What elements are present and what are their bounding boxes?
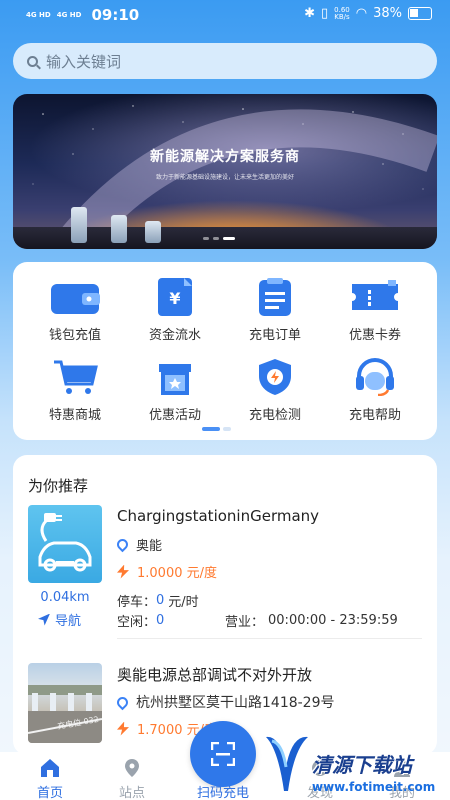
- quick-function-grid: 钱包充值 ¥ 资金流水 充电订单 优惠卡券 特惠商城 优惠活动 充电检测 充电帮…: [13, 262, 437, 440]
- page-dot-active: [202, 427, 220, 431]
- tab-stations[interactable]: 站点: [102, 758, 162, 800]
- banner-pagination: [203, 237, 235, 240]
- banner-subtitle: 致力于新能源基础设施建设，让未来生活更加的美好: [155, 174, 294, 181]
- divider: [117, 638, 422, 639]
- charger-icon: [111, 215, 127, 243]
- grid-label: 优惠卡券: [348, 328, 401, 343]
- station-name[interactable]: 奥能电源总部调试不对外开放: [117, 664, 312, 685]
- watermark-url: www.fotimeit.com: [312, 780, 436, 794]
- bolt-icon: [117, 721, 129, 736]
- scan-icon: [211, 742, 235, 766]
- grid-label: 充电检测: [248, 408, 301, 423]
- station-image-photo[interactable]: 充电位 032: [28, 663, 102, 743]
- location-pin-icon: [114, 694, 131, 710]
- shopping-cart-icon: [50, 358, 100, 396]
- navigation-arrow-icon: [38, 613, 50, 626]
- promo-banner[interactable]: 新能源解决方案服务商 致力于新能源基础设施建设，让未来生活更加的美好: [13, 94, 437, 249]
- grid-item-coupons[interactable]: 优惠卡券: [325, 278, 425, 343]
- watermark-logo-icon: [266, 736, 308, 791]
- parking-fee: 停车： 0 元/时: [117, 593, 199, 610]
- battery-icon: [408, 7, 432, 20]
- grid-item-charge-orders[interactable]: 充电订单: [225, 278, 325, 343]
- bolt-icon: [117, 564, 129, 579]
- search-input[interactable]: 输入关键词: [13, 43, 437, 79]
- clock: 09:10: [91, 6, 140, 24]
- vibrate-icon: ▯: [321, 6, 329, 21]
- grid-item-charge-check[interactable]: 充电检测: [225, 358, 325, 423]
- watermark: 清源下载站 www.fotimeit.com: [262, 725, 450, 800]
- network-speed: 0.60 KB/s: [334, 5, 350, 21]
- scan-charge-button[interactable]: [190, 721, 256, 787]
- recommend-title: 为你推荐: [28, 477, 89, 495]
- station-address: 杭州拱墅区莫干山路1418-29号: [114, 692, 335, 712]
- grid-label: 资金流水: [148, 328, 201, 343]
- search-placeholder: 输入关键词: [46, 52, 122, 71]
- watermark-text: 清源下载站: [312, 753, 412, 777]
- navigate-button[interactable]: 导航: [38, 610, 81, 629]
- recommend-card: 为你推荐 ChargingstationinGermany 奥能 1.0000 …: [13, 455, 437, 755]
- signal-2-icon: 4G HD: [56, 11, 82, 19]
- headset-icon: [350, 358, 400, 397]
- coupon-icon: [350, 278, 400, 316]
- grid-label: 钱包充值: [48, 328, 101, 343]
- home-icon: [39, 758, 61, 778]
- station-price: 1.0000 元/度: [117, 562, 217, 581]
- business-hours: 营业： 00:00:00 - 23:59:59: [225, 613, 398, 630]
- page-dot: [223, 427, 231, 431]
- station-distance: 0.04km: [40, 590, 90, 605]
- charger-icon: [71, 207, 87, 243]
- map-pin-icon: [121, 758, 143, 778]
- gift-icon: [150, 358, 200, 396]
- status-bar: 4G HD 4G HD 09:10 ✱ ▯ 0.60 KB/s ◠ 38%: [0, 0, 450, 30]
- order-list-icon: [250, 278, 300, 316]
- wallet-icon: [50, 278, 100, 316]
- grid-label: 优惠活动: [148, 408, 201, 423]
- grid-label: 特惠商城: [48, 408, 101, 423]
- grid-label: 充电帮助: [348, 408, 401, 423]
- location-pin-icon: [114, 536, 131, 553]
- charger-icon: [145, 221, 161, 243]
- station-name[interactable]: ChargingstationinGermany: [117, 507, 319, 525]
- battery-percent: 38%: [373, 6, 402, 21]
- grid-item-special-mall[interactable]: 特惠商城: [25, 358, 125, 423]
- grid-pagination: [202, 427, 231, 431]
- grid-label: 充电订单: [248, 328, 301, 343]
- banner-dot: [213, 237, 219, 240]
- banner-dot-active: [223, 237, 235, 240]
- grid-item-charge-help[interactable]: 充电帮助: [325, 358, 425, 423]
- search-icon: [27, 55, 38, 67]
- grid-item-promotions[interactable]: 优惠活动: [125, 358, 225, 423]
- wifi-icon: ◠: [355, 6, 368, 21]
- yuan-document-icon: ¥: [150, 278, 200, 316]
- station-image-ev-icon[interactable]: [28, 505, 102, 583]
- tab-home[interactable]: 首页: [20, 758, 80, 800]
- scan-charge-label[interactable]: 扫码充电: [190, 782, 256, 800]
- shield-bolt-icon: [250, 358, 300, 396]
- idle-count: 空闲： 0: [117, 613, 165, 630]
- grid-item-fund-flow[interactable]: ¥ 资金流水: [125, 278, 225, 343]
- banner-title: 新能源解决方案服务商: [150, 149, 300, 165]
- svg-text:¥: ¥: [169, 289, 180, 308]
- signal-1-icon: 4G HD: [26, 11, 51, 19]
- station-operator: 奥能: [114, 535, 162, 554]
- banner-dot: [203, 237, 209, 240]
- grid-item-wallet-recharge[interactable]: 钱包充值: [25, 278, 125, 343]
- bluetooth-icon: ✱: [304, 6, 315, 21]
